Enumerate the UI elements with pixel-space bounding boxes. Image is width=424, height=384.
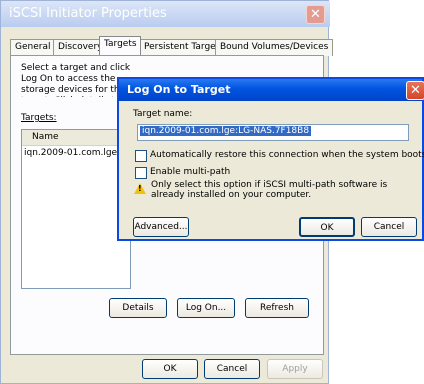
apply-button[interactable]: Apply bbox=[267, 359, 323, 379]
dialog-ok-button[interactable]: OK bbox=[299, 217, 355, 237]
column-header-name[interactable]: Name bbox=[22, 130, 130, 146]
close-icon[interactable]: ✕ bbox=[406, 81, 424, 100]
warning-icon: ! bbox=[134, 183, 146, 194]
target-name-value: iqn.2009-01.com.lge:LG-NAS.7F18B8 bbox=[140, 126, 312, 136]
tab-targets[interactable]: Targets bbox=[99, 36, 141, 57]
logon-dialog: Log On to Target ✕ Target name: iqn.2009… bbox=[117, 77, 424, 241]
target-name-field[interactable]: iqn.2009-01.com.lge:LG-NAS.7F18B8 bbox=[137, 124, 409, 141]
tab-bound-volumes[interactable]: Bound Volumes/Devices bbox=[215, 39, 334, 56]
dialog-cancel-button[interactable]: Cancel bbox=[361, 217, 417, 237]
dialog-titlebar[interactable]: Log On to Target ✕ bbox=[119, 79, 424, 101]
dialog-title: Log On to Target bbox=[127, 83, 231, 96]
targets-list[interactable]: Name iqn.2009-01.com.lge:LG bbox=[21, 129, 132, 289]
tab-general[interactable]: General bbox=[10, 39, 56, 56]
cancel-button[interactable]: Cancel bbox=[204, 359, 260, 379]
details-button[interactable]: Details bbox=[109, 298, 167, 318]
ok-button[interactable]: OK bbox=[142, 359, 198, 379]
auto-restore-checkbox[interactable] bbox=[135, 150, 147, 162]
multipath-checkbox[interactable] bbox=[135, 167, 147, 179]
refresh-button[interactable]: Refresh bbox=[245, 298, 309, 318]
multipath-label[interactable]: Enable multi-path bbox=[150, 167, 230, 177]
window-titlebar[interactable]: iSCSI Initiator Properties ✕ bbox=[1, 1, 330, 27]
auto-restore-label[interactable]: Automatically restore this connection wh… bbox=[150, 150, 424, 160]
logon-button[interactable]: Log On... bbox=[177, 298, 235, 318]
warning-text: Only select this option if iSCSI multi-p… bbox=[151, 180, 388, 200]
window-title: iSCSI Initiator Properties bbox=[9, 6, 167, 21]
close-icon[interactable]: ✕ bbox=[306, 5, 325, 24]
target-name-label: Target name: bbox=[133, 109, 193, 119]
targets-label: Targets: bbox=[21, 113, 57, 123]
target-row[interactable]: iqn.2009-01.com.lge:LG bbox=[24, 148, 132, 158]
advanced-button[interactable]: Advanced... bbox=[133, 217, 189, 237]
instructions-text: Select a target and click Log On to acce… bbox=[21, 63, 131, 97]
